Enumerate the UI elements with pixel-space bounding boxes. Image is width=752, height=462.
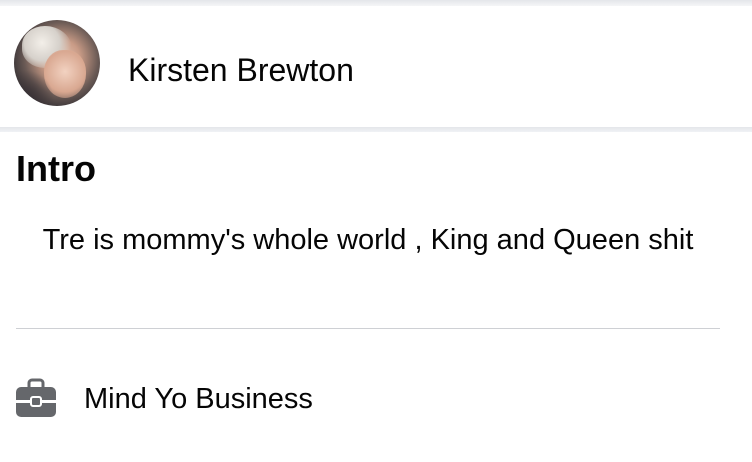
work-label: Mind Yo Business: [84, 383, 313, 415]
avatar-shadow: [14, 70, 54, 106]
work-row[interactable]: Mind Yo Business: [0, 372, 752, 428]
intro-heading: Intro: [16, 148, 96, 189]
intro-bio: Tre is mommy's whole world , King and Qu…: [42, 224, 694, 256]
profile-name[interactable]: Kirsten Brewton: [128, 50, 354, 90]
briefcase-icon: [14, 378, 58, 420]
intro-divider: [16, 328, 720, 329]
section-separator: [0, 127, 752, 132]
profile-header[interactable]: Kirsten Brewton: [0, 6, 752, 126]
avatar[interactable]: [14, 20, 100, 106]
